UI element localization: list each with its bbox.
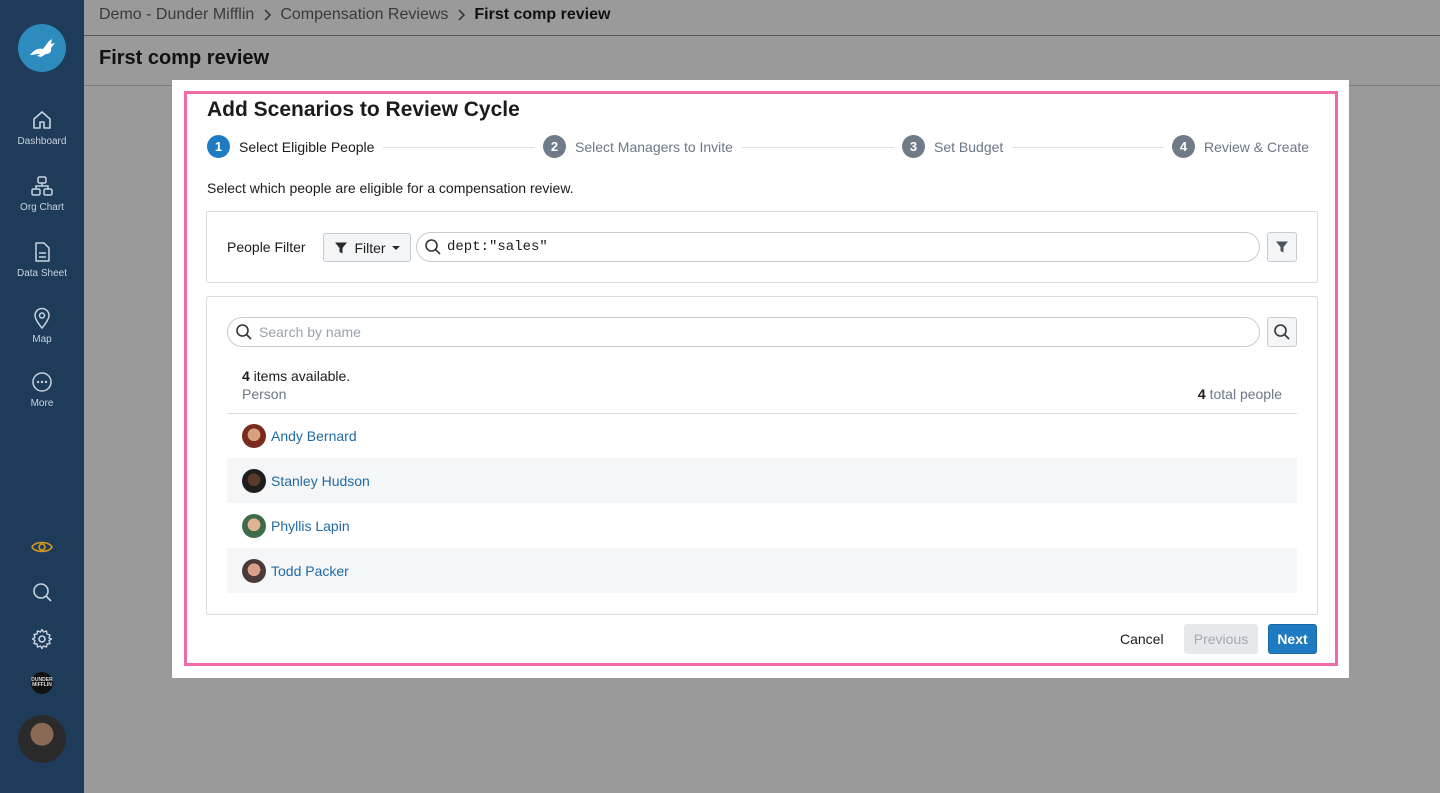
filter-query-field[interactable] [416,232,1260,262]
step-number: 3 [902,135,925,158]
search-icon [425,239,441,255]
nav-dashboard-label: Dashboard [17,136,67,147]
search-icon [1274,324,1290,340]
step-label: Set Budget [934,138,1004,155]
gear-icon[interactable] [30,627,54,651]
eye-icon[interactable] [30,535,54,559]
person-column-header: Person [242,386,287,402]
rabbit-logo-icon [30,39,55,57]
step-label: Review & Create [1204,138,1310,155]
filter-dropdown-button[interactable]: Filter [323,233,411,262]
chevron-right-icon [458,9,466,21]
cancel-button[interactable]: Cancel [1112,624,1172,654]
map-pin-icon [34,307,50,330]
divider [84,35,1440,36]
breadcrumb: Demo - Dunder Mifflin Compensation Revie… [99,6,610,24]
nav-map-label: Map [32,334,52,345]
modal-title: Add Scenarios to Review Cycle [207,98,520,121]
previous-button[interactable]: Previous [1184,624,1258,654]
nav-org-chart-label: Org Chart [20,202,64,213]
search-by-name-input[interactable] [259,324,1239,340]
search-button[interactable] [1267,317,1297,347]
avatar [242,513,266,538]
step-connector [1012,147,1164,148]
list-item[interactable]: Todd Packer [227,548,1297,593]
company-logo-text: DUNDER MIFFLIN [31,677,53,688]
total-people-suffix: total people [1205,386,1282,402]
nav-org-chart[interactable]: Org Chart [0,174,84,213]
page-title: First comp review [99,47,270,69]
funnel-icon [335,242,348,253]
person-name-link[interactable]: Todd Packer [271,563,349,579]
person-name-link[interactable]: Andy Bernard [271,428,357,444]
document-icon [35,242,50,262]
person-name-link[interactable]: Stanley Hudson [271,473,370,489]
list-item[interactable]: Andy Bernard [227,413,1297,458]
company-logo[interactable]: DUNDER MIFFLIN [31,672,53,694]
search-icon [236,324,252,340]
step-number: 2 [543,135,566,158]
items-available-count: 4 [242,368,250,384]
list-item[interactable]: Phyllis Lapin [227,503,1297,548]
chevron-right-icon [264,9,272,21]
breadcrumb-item-demo[interactable]: Demo - Dunder Mifflin [99,6,254,24]
breadcrumb-item-compensation-reviews[interactable]: Compensation Reviews [280,6,448,24]
step-set-budget[interactable]: 3 Set Budget [902,135,1003,158]
caret-down-icon [391,245,400,250]
avatar [242,423,266,448]
more-icon [32,372,52,392]
nav-more-label: More [30,398,54,409]
user-avatar[interactable] [18,715,66,763]
step-number: 4 [1172,135,1195,158]
search-icon[interactable] [30,580,54,604]
breadcrumb-current: First comp review [474,6,611,23]
step-number: 1 [207,135,230,158]
total-people-text: 4 total people [1198,386,1282,402]
avatar [242,468,266,493]
step-connector [742,147,894,148]
person-name-link[interactable]: Phyllis Lapin [271,518,350,534]
avatar [242,558,266,583]
home-icon [33,111,51,129]
step-label: Select Eligible People [239,138,375,155]
nav-data-sheet-label: Data Sheet [16,268,68,279]
nav-more[interactable]: More [0,370,84,409]
filter-query-input[interactable] [447,239,1227,255]
step-label: Select Managers to Invite [575,138,733,155]
step-select-managers[interactable]: 2 Select Managers to Invite [543,135,733,158]
nav-dashboard[interactable]: Dashboard [0,108,84,147]
step-select-eligible-people[interactable]: 1 Select Eligible People [207,135,374,158]
total-people-count: 4 [1197,386,1206,402]
app-logo[interactable] [18,24,66,72]
org-chart-icon [31,176,53,196]
instructions-text: Select which people are eligible for a c… [207,180,574,196]
nav-data-sheet[interactable]: Data Sheet [0,240,84,279]
items-available-suffix: items available. [249,368,351,384]
step-connector [383,147,535,148]
people-filter-label: People Filter [227,239,306,255]
next-button[interactable]: Next [1268,624,1317,654]
apply-filter-button[interactable] [1267,232,1297,262]
list-item[interactable]: Stanley Hudson [227,458,1297,503]
name-search-field[interactable] [227,317,1260,347]
items-available-text: 4 items available. [242,368,350,384]
step-review-create[interactable]: 4 Review & Create [1172,135,1309,158]
sidebar: Dashboard Org Chart Data Sheet Map More … [0,0,84,793]
nav-map[interactable]: Map [0,306,84,345]
funnel-icon [1276,241,1288,253]
filter-button-label: Filter [354,239,386,256]
